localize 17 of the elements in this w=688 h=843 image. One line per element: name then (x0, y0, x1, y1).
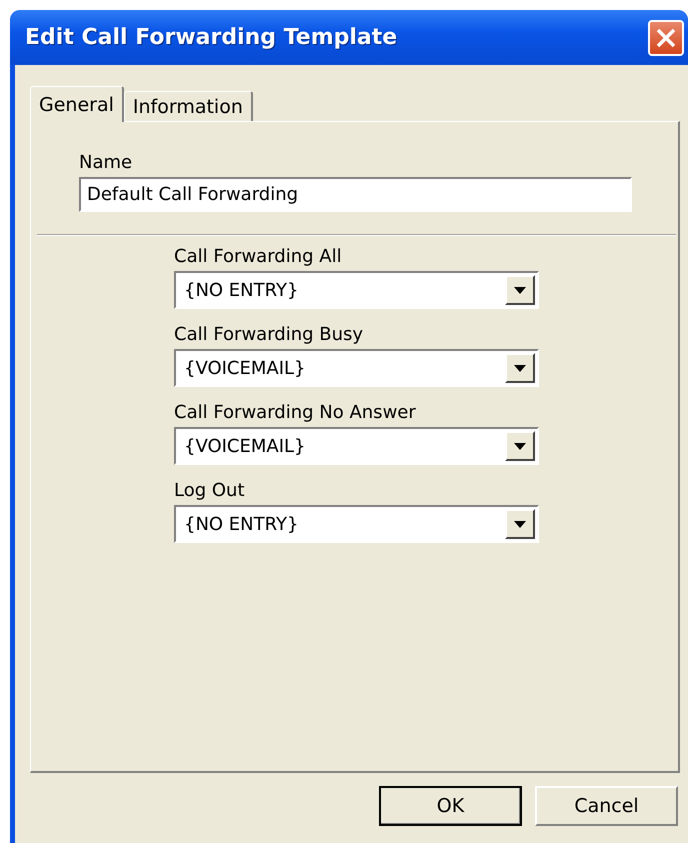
name-label: Name (79, 152, 134, 173)
dropdown[interactable]: {VOICEMAIL} (174, 349, 539, 387)
dropdown[interactable]: {VOICEMAIL} (174, 427, 539, 465)
dropdown[interactable]: {NO ENTRY} (174, 271, 539, 309)
dropdown-label: Log Out (174, 480, 246, 501)
name-field[interactable]: Default Call Forwarding (79, 177, 632, 212)
cancel-button[interactable]: Cancel (535, 786, 678, 826)
close-button[interactable] (648, 20, 684, 56)
dropdown-label: Call Forwarding Busy (174, 324, 364, 345)
window-title: Edit Call Forwarding Template (25, 25, 398, 50)
tab[interactable]: General (30, 86, 124, 122)
dropdown[interactable]: {NO ENTRY} (174, 505, 539, 543)
tab[interactable]: Information (124, 91, 253, 121)
ok-button[interactable]: OK (379, 786, 522, 826)
dropdown-label: Call Forwarding No Answer (174, 402, 417, 423)
close-icon (655, 26, 677, 48)
dropdown-label: Call Forwarding All (174, 246, 343, 267)
